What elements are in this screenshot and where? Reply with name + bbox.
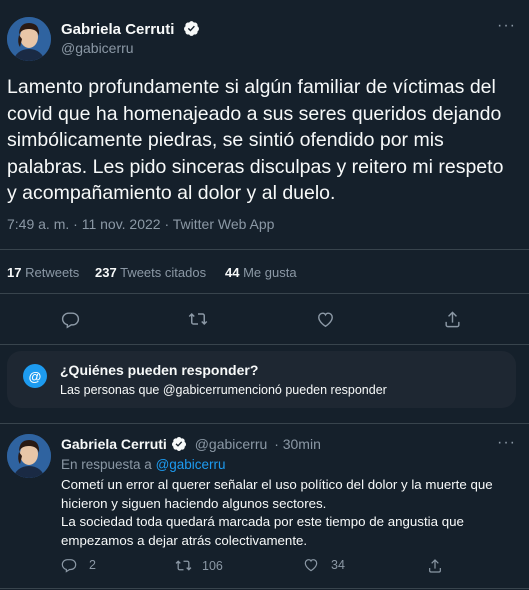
desc-prefix: Las personas que	[60, 383, 163, 397]
reply-author-handle[interactable]: @gabicerru	[195, 436, 268, 452]
reply-text-paragraph-1: Cometí un error al querer señalar el uso…	[61, 477, 493, 511]
in-reply-handle[interactable]: @gabicerru	[156, 457, 226, 472]
divider	[0, 293, 529, 294]
author-name[interactable]: Gabriela Cerruti	[61, 20, 200, 38]
more-options-icon[interactable]: ···	[497, 17, 516, 35]
heart-icon	[317, 311, 333, 327]
who-can-reply-box[interactable]: @ ¿Quiénes pueden responder? Las persona…	[7, 351, 516, 408]
like-count: 34	[331, 558, 345, 572]
verified-badge-icon	[171, 437, 186, 451]
retweet-button[interactable]	[183, 306, 213, 332]
divider	[0, 588, 529, 589]
reply-more-options-icon[interactable]: ···	[497, 434, 516, 452]
share-button[interactable]	[437, 306, 467, 332]
retweets-label: Retweets	[25, 265, 80, 280]
quotes-count: 237	[95, 265, 117, 280]
tweet-meta[interactable]: 7:49 a. m. · 11 nov. 2022 · Twitter Web …	[7, 216, 274, 232]
divider	[0, 423, 529, 424]
desc-handle[interactable]: @gabicerru	[163, 383, 228, 397]
retweet-count: 106	[202, 558, 223, 573]
reply-text: Cometí un error al querer señalar el uso…	[61, 476, 511, 550]
mention-icon: @	[23, 364, 47, 388]
verified-badge-icon	[183, 21, 199, 36]
in-reply-prefix: En respuesta a	[61, 457, 156, 472]
author-name-text[interactable]: Gabriela Cerruti	[61, 21, 174, 38]
retweet-icon	[188, 312, 208, 326]
share-icon	[444, 310, 460, 327]
tweet-text: Lamento profundamente si algún familiar …	[7, 76, 504, 204]
reply-timestamp[interactable]: · 30min	[274, 436, 321, 452]
share-icon	[429, 559, 441, 573]
reply-share-button[interactable]	[426, 557, 444, 575]
quotes-label: Tweets citados	[120, 265, 207, 280]
desc-suffix: mencionó pueden responder	[227, 383, 387, 397]
quote-tweets-stat[interactable]: 237 Tweets citados	[95, 265, 206, 280]
avatar-image	[7, 17, 51, 61]
reply-icon	[61, 311, 79, 329]
likes-count: 44	[225, 265, 240, 280]
reply-text-paragraph-2: La sociedad toda quedará marcada por est…	[61, 514, 464, 548]
divider	[0, 344, 529, 345]
in-reply-to: En respuesta a @gabicerru	[61, 457, 226, 472]
reply-icon	[61, 559, 77, 573]
who-can-reply-desc: Las personas que @gabicerrumencionó pued…	[60, 383, 387, 397]
reply-avatar-image	[7, 434, 51, 478]
likes-stat[interactable]: 44 Me gusta	[225, 265, 297, 280]
reply-author-name[interactable]: Gabriela Cerruti	[61, 436, 167, 452]
retweets-count: 17	[7, 265, 22, 280]
retweets-stat[interactable]: 17 Retweets	[7, 265, 79, 280]
divider	[0, 249, 529, 250]
reply-like-button[interactable]: 34	[303, 557, 345, 573]
retweet-icon	[175, 560, 192, 571]
likes-label: Me gusta	[243, 265, 297, 280]
heart-icon	[304, 559, 318, 572]
reply-count: 2	[89, 558, 96, 572]
at-symbol-icon: @	[28, 368, 42, 384]
reply-retweet-button[interactable]: 106	[175, 557, 223, 574]
who-can-reply-title: ¿Quiénes pueden responder?	[60, 362, 259, 378]
like-button[interactable]	[310, 306, 340, 332]
reply-button[interactable]	[55, 306, 85, 332]
reply-avatar[interactable]	[7, 434, 51, 478]
avatar[interactable]	[7, 17, 51, 61]
author-handle[interactable]: @gabicerru	[61, 40, 134, 56]
reply-reply-button[interactable]: 2	[61, 557, 96, 573]
reply-header: Gabriela Cerruti @gabicerru · 30min	[61, 436, 321, 452]
